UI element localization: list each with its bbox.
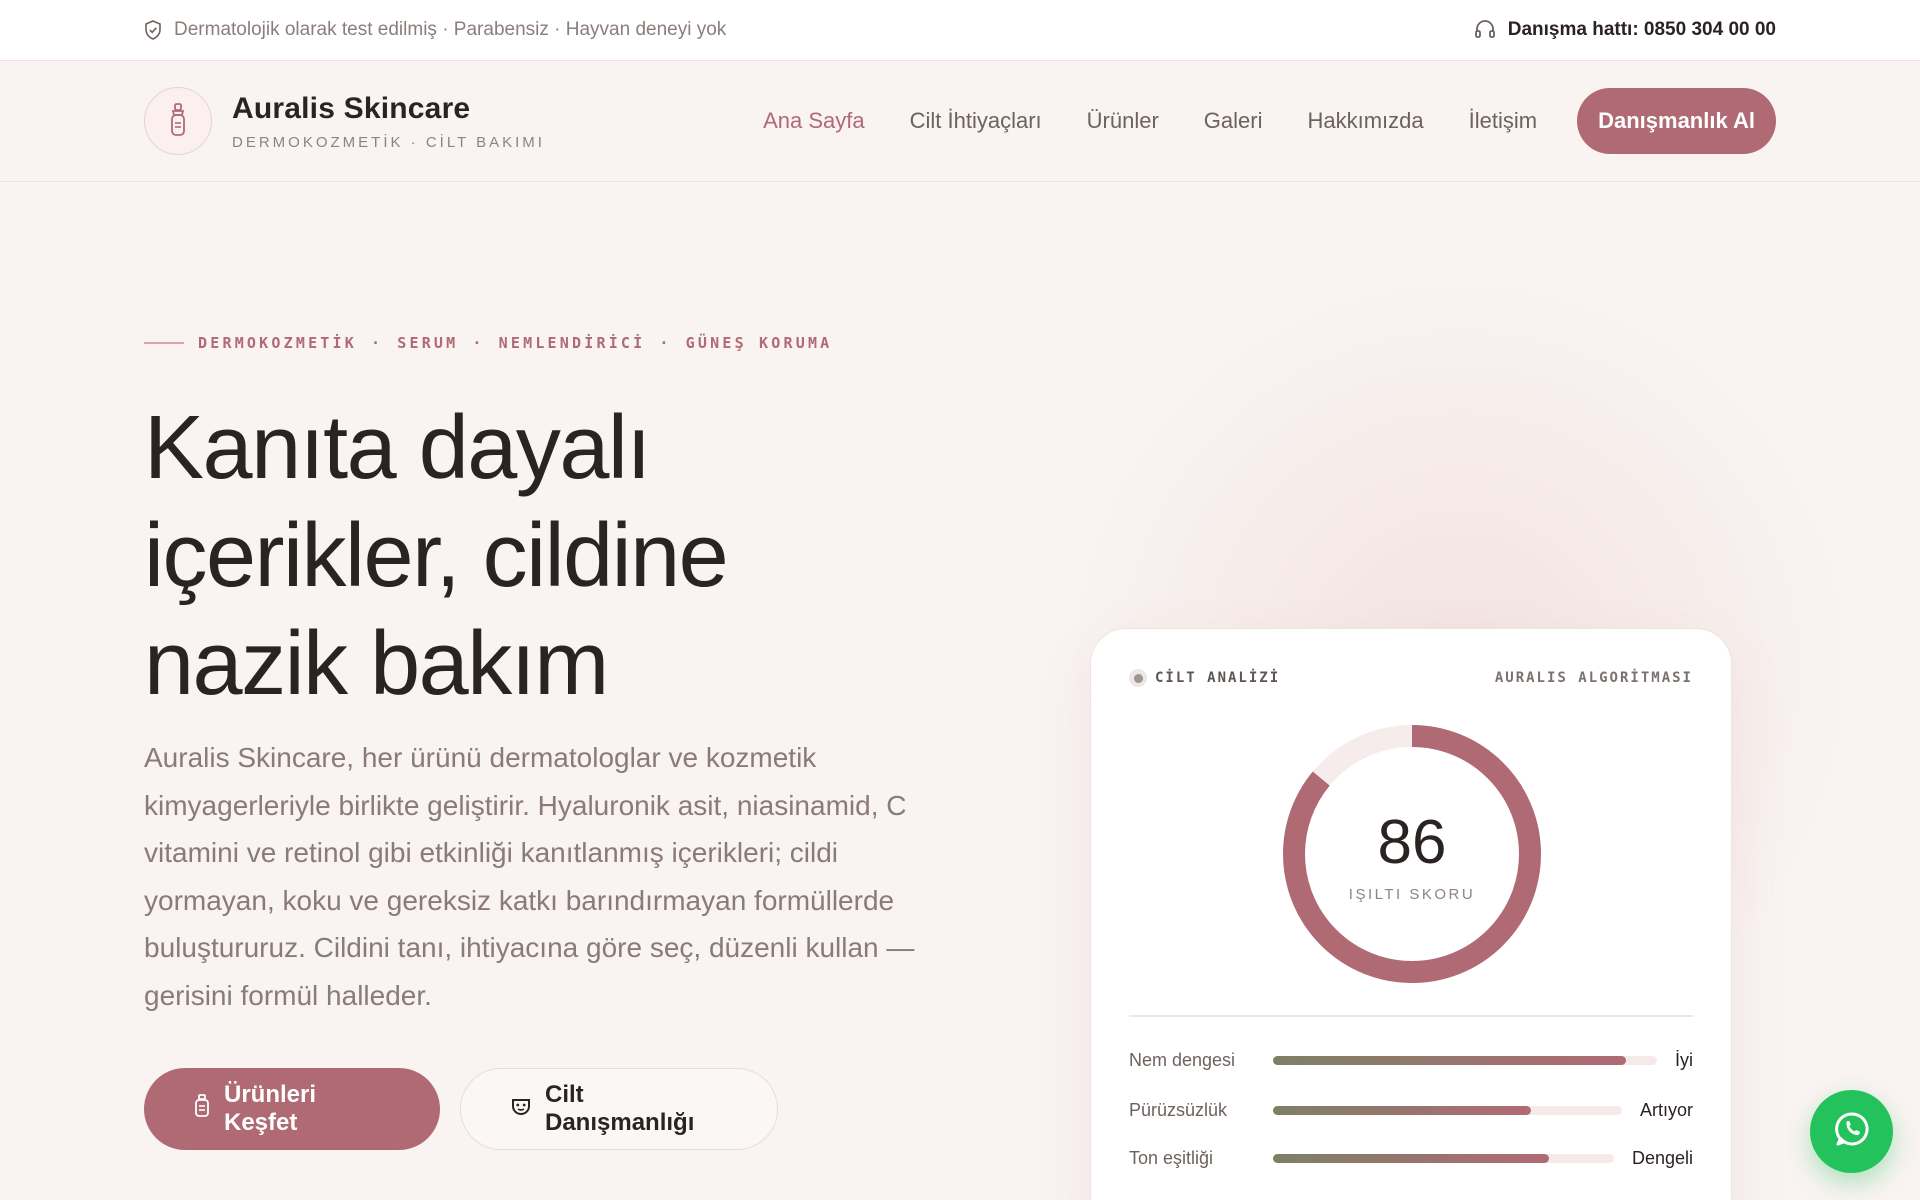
explore-products-button[interactable]: Ürünleri Keşfet — [144, 1068, 440, 1150]
metric-bar-fill — [1273, 1153, 1550, 1163]
metric-value: Artıyor — [1639, 1099, 1693, 1120]
score-value: 86 — [1377, 807, 1447, 877]
status-dot-icon — [1129, 669, 1147, 687]
brand-tagline: DERMOKOZMETİK · CİLT BAKIMI — [232, 133, 545, 151]
face-mask-icon — [511, 1095, 531, 1123]
bottle-icon — [194, 1093, 210, 1125]
headline-line: Kanıta dayalı — [144, 398, 651, 498]
metric-bar-track — [1273, 1153, 1614, 1163]
skin-consultation-button[interactable]: Cilt Danışmanlığı — [460, 1068, 778, 1150]
metric-bar-fill — [1273, 1105, 1532, 1115]
top-info-bar: Dermatolojik olarak test edilmiş · Parab… — [0, 0, 1920, 61]
eyebrow-item: GÜNEŞ KORUMA — [685, 334, 833, 352]
hotline[interactable]: Danışma hattı: 0850 304 00 00 — [1474, 19, 1776, 41]
nav-item-gallery[interactable]: Galeri — [1204, 108, 1263, 134]
whatsapp-chat-button[interactable] — [1810, 1090, 1893, 1173]
nav-item-contact[interactable]: İletişim — [1469, 108, 1537, 134]
hero-actions: Ürünleri Keşfet Cilt Danışmanlığı — [144, 1068, 778, 1150]
metric-value: Dengeli — [1631, 1147, 1693, 1168]
brand[interactable]: Auralis Skincare DERMOKOZMETİK · CİLT BA… — [144, 87, 545, 155]
nav-item-skin-needs[interactable]: Cilt İhtiyaçları — [910, 108, 1042, 134]
explore-products-label: Ürünleri Keşfet — [224, 1081, 317, 1136]
consultation-button[interactable]: Danışmanlık Al — [1577, 88, 1776, 154]
headline-line: nazik bakım — [144, 614, 609, 714]
metric-bar-track — [1273, 1055, 1657, 1065]
site-header: Auralis Skincare DERMOKOZMETİK · CİLT BA… — [0, 61, 1920, 182]
skin-analysis-card: CİLT ANALİZİ AURALIS ALGORİTMASI 86 IŞIL… — [1090, 628, 1732, 1200]
eyebrow-separator: · — [659, 334, 672, 352]
metric-bar-track — [1273, 1105, 1622, 1115]
headset-icon — [1474, 20, 1496, 40]
headline-line: içerikler, cildine — [144, 506, 729, 606]
skin-consultation-label: Cilt Danışmanlığı — [545, 1081, 695, 1136]
glow-score-ring: 86 IŞILTI SKORU — [1281, 723, 1543, 985]
score-display: 86 IŞILTI SKORU — [1281, 723, 1543, 985]
whatsapp-icon — [1832, 1109, 1872, 1154]
shield-check-icon — [144, 20, 162, 40]
main-nav: Ana Sayfa Cilt İhtiyaçları Ürünler Galer… — [763, 88, 1776, 154]
metric-bar-fill — [1273, 1055, 1627, 1065]
dropper-bottle-icon — [144, 87, 212, 155]
trust-badges: Dermatolojik olarak test edilmiş · Parab… — [144, 19, 726, 41]
card-label: CİLT ANALİZİ — [1129, 669, 1280, 687]
card-header: CİLT ANALİZİ AURALIS ALGORİTMASI — [1129, 669, 1693, 687]
nav-item-products[interactable]: Ürünler — [1087, 108, 1159, 134]
trust-text: Dermatolojik olarak test edilmiş · Parab… — [174, 19, 727, 40]
score-caption: IŞILTI SKORU — [1348, 885, 1476, 903]
hero-headline: Kanıta dayalı içerikler, cildine nazik b… — [144, 394, 904, 718]
metric-name: Ton eşitliği — [1129, 1147, 1214, 1168]
card-divider — [1129, 1015, 1693, 1017]
brand-name: Auralis Skincare — [232, 91, 471, 125]
card-source: AURALIS ALGORİTMASI — [1494, 670, 1693, 686]
brand-text: Auralis Skincare DERMOKOZMETİK · CİLT BA… — [232, 92, 545, 151]
metric-row: Pürüzsüzlük Artıyor — [1129, 1095, 1693, 1125]
metric-name: Nem dengesi — [1129, 1049, 1236, 1070]
hero-lead: Auralis Skincare, her ürünü dermatologla… — [144, 742, 915, 1011]
eyebrow-item: SERUM — [397, 334, 459, 352]
eyebrow-item: NEMLENDİRİCİ — [498, 334, 646, 352]
hero-eyebrow: DERMOKOZMETİK · SERUM · NEMLENDİRİCİ · G… — [144, 334, 832, 352]
metric-row: Nem dengesi İyi — [1129, 1045, 1693, 1075]
eyebrow-line — [144, 342, 184, 344]
nav-item-home[interactable]: Ana Sayfa — [763, 108, 865, 134]
metric-name: Pürüzsüzlük — [1129, 1099, 1228, 1120]
metric-value: İyi — [1675, 1049, 1693, 1070]
hotline-text[interactable]: Danışma hattı: 0850 304 00 00 — [1508, 19, 1776, 41]
card-title: CİLT ANALİZİ — [1155, 670, 1281, 686]
eyebrow-separator: · — [371, 334, 384, 352]
nav-item-about[interactable]: Hakkımızda — [1307, 108, 1423, 134]
metric-row: Ton eşitliği Dengeli — [1129, 1143, 1693, 1173]
eyebrow-separator: · — [472, 334, 485, 352]
eyebrow-item: DERMOKOZMETİK — [198, 334, 357, 352]
